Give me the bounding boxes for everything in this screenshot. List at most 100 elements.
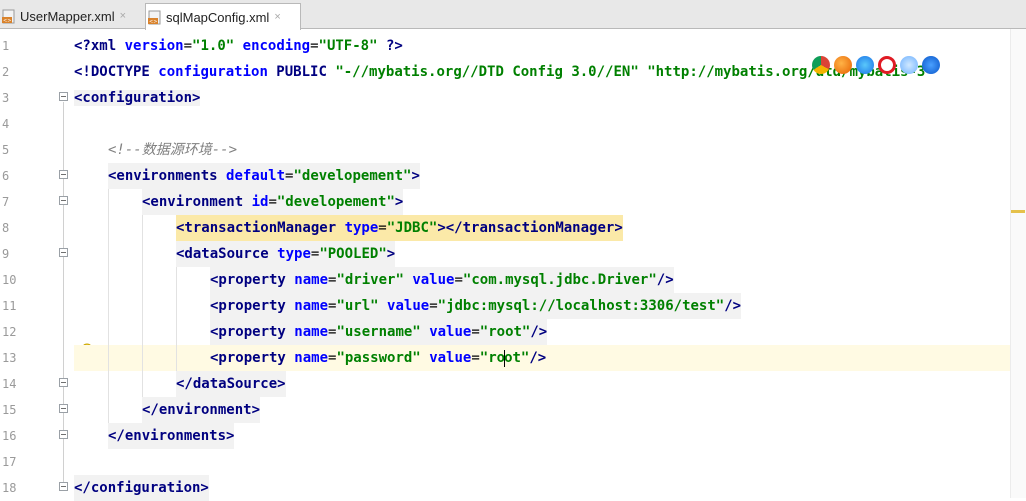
attr-name: value <box>429 350 472 366</box>
equals: = <box>310 38 319 54</box>
code-line-3: <configuration> <box>74 85 201 111</box>
ie-icon[interactable] <box>900 56 918 74</box>
equals: = <box>471 324 480 340</box>
attr-name: type <box>277 246 311 262</box>
attr-name: type <box>344 220 379 236</box>
error-stripe[interactable] <box>1010 29 1026 498</box>
svg-text:<>: <> <box>149 19 157 25</box>
line-number: 13 <box>2 351 17 365</box>
equals: = <box>268 194 277 210</box>
code-line-8: <transactionManager type="JDBC"></transa… <box>176 215 623 241</box>
tag-close: </environment> <box>142 402 261 418</box>
equals: = <box>429 298 438 314</box>
indent-guide <box>108 185 109 445</box>
attr-name: name <box>294 298 329 314</box>
equals: = <box>378 220 387 236</box>
line-number: 4 <box>2 117 10 131</box>
xml-file-icon: <> <box>2 9 17 24</box>
code-line-18: </configuration> <box>74 475 209 501</box>
fold-toggle-icon[interactable] <box>59 248 68 257</box>
code-line-11: <property name="url" value="jdbc:mysql:/… <box>210 293 742 319</box>
attr-name: id <box>251 194 269 210</box>
attr-name: value <box>387 298 430 314</box>
configuration-close-tag: </configuration> <box>74 480 209 496</box>
line-number: 8 <box>2 221 10 235</box>
close-tab-icon[interactable]: × <box>120 10 126 22</box>
svg-text:<>: <> <box>3 18 11 24</box>
safari-icon[interactable] <box>856 56 874 74</box>
line-number: 11 <box>2 299 17 313</box>
tag-close: /> <box>724 298 742 314</box>
tab-label: UserMapper.xml <box>20 8 115 24</box>
attr-value: "POOLED" <box>319 246 387 262</box>
fold-toggle-icon[interactable] <box>59 92 68 101</box>
code-editor[interactable]: 1 2 3 4 5 6 7 8 9 10 11 12 13 14 15 16 1… <box>0 29 1026 501</box>
code-line-13: <property name="password" value="root"/> <box>210 345 546 371</box>
edge-icon[interactable] <box>922 56 940 74</box>
code-line-7: <environment id="developement"> <box>142 189 404 215</box>
tag-close: ></transactionManager> <box>437 220 623 236</box>
attr-value: "developement" <box>293 168 412 184</box>
fold-toggle-icon[interactable] <box>59 482 68 491</box>
editor-tab-bar: <> UserMapper.xml × <> sqlMapConfig.xml … <box>0 0 1026 30</box>
tag-close: > <box>386 246 396 262</box>
attr-value: "driver" <box>336 272 404 288</box>
code-line-16: </environments> <box>108 423 235 449</box>
tag-open: <property <box>210 298 295 314</box>
xml-decl-close: ?> <box>377 38 403 54</box>
browser-preview-toolbar <box>812 53 940 77</box>
line-number: 2 <box>2 65 10 79</box>
attr-name: value <box>412 272 455 288</box>
line-number: 17 <box>2 455 17 469</box>
line-number: 18 <box>2 481 17 495</box>
attr-name: default <box>226 168 286 184</box>
fold-toggle-icon[interactable] <box>59 170 68 179</box>
tag-close: </dataSource> <box>176 376 286 392</box>
line-number: 6 <box>2 169 10 183</box>
tag-open: <dataSource <box>176 246 278 262</box>
attr-value: "com.mysql.jdbc.Driver" <box>462 272 657 288</box>
tag-close: > <box>394 194 404 210</box>
tag-close: </environments> <box>108 428 235 444</box>
equals: = <box>454 272 463 288</box>
line-number: 12 <box>2 325 17 339</box>
attr-value: ot" <box>504 350 530 366</box>
configuration-open-tag: <configuration> <box>74 90 201 106</box>
attr-value: "JDBC" <box>386 220 438 236</box>
warning-marker[interactable] <box>1011 210 1025 213</box>
tag-close: > <box>411 168 420 184</box>
fold-toggle-icon[interactable] <box>59 430 68 439</box>
close-tab-icon[interactable]: × <box>274 11 280 23</box>
doctype-public-id: "-//mybatis.org//DTD Config 3.0//EN" <box>335 64 639 80</box>
chrome-icon[interactable] <box>812 56 830 74</box>
xml-decl-open: <? <box>74 38 91 54</box>
xml-file-icon: <> <box>148 10 163 25</box>
line-number: 3 <box>2 91 10 105</box>
attr-name: name <box>294 350 329 366</box>
tab-usermapper-xml[interactable]: <> UserMapper.xml × <box>0 3 143 29</box>
code-line-1: <?xml version="1.0" encoding="UTF-8" ?> <box>74 33 403 59</box>
attr-name: name <box>294 324 329 340</box>
equals: = <box>471 350 480 366</box>
attr-value: "ro <box>479 350 506 366</box>
xml-comment: <!--数据源环境--> <box>108 142 238 158</box>
tag-close: /> <box>656 272 674 288</box>
doctype-name: configuration <box>158 64 268 80</box>
fold-toggle-icon[interactable] <box>59 378 68 387</box>
line-number: 9 <box>2 247 10 261</box>
tab-label: sqlMapConfig.xml <box>166 9 270 25</box>
fold-toggle-icon[interactable] <box>59 404 68 413</box>
attr-value: "root" <box>479 324 531 340</box>
line-number: 15 <box>2 403 17 417</box>
attr-value: "jdbc:mysql://localhost:3306/test" <box>437 298 725 314</box>
attr-name: value <box>429 324 472 340</box>
code-area[interactable]: <?xml version="1.0" encoding="UTF-8" ?> … <box>74 29 1026 501</box>
doctype-public: PUBLIC <box>267 64 336 80</box>
line-number: 10 <box>2 273 17 287</box>
tab-sqlmapconfig-xml[interactable]: <> sqlMapConfig.xml × <box>145 3 301 30</box>
code-line-6: <environments default="developement"> <box>108 163 420 189</box>
firefox-icon[interactable] <box>834 56 852 74</box>
fold-toggle-icon[interactable] <box>59 196 68 205</box>
opera-icon[interactable] <box>878 56 896 74</box>
